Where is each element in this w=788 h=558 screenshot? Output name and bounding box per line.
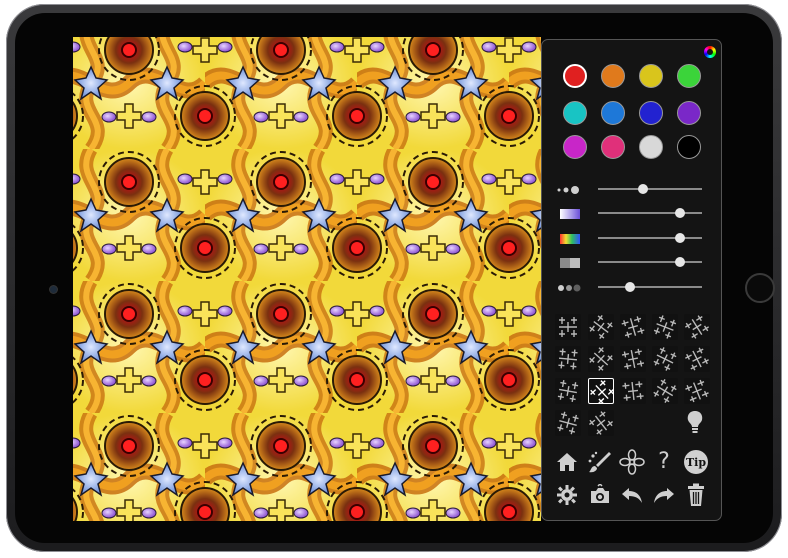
color-swatch-cyan[interactable]	[563, 101, 587, 125]
pattern-thumbnail[interactable]	[588, 410, 614, 436]
settings-icon[interactable]	[554, 482, 580, 508]
color-swatch-magenta[interactable]	[563, 135, 587, 159]
brush-size-icon	[556, 182, 582, 196]
kaleidoscope-canvas[interactable]	[73, 37, 541, 521]
pattern-thumbnail[interactable]	[684, 314, 710, 340]
pattern-thumbnail[interactable]	[555, 314, 581, 340]
home-button[interactable]	[745, 273, 775, 303]
pattern-thumbnail[interactable]	[588, 346, 614, 372]
opacity-slider[interactable]	[556, 255, 706, 269]
color-swatch-purple[interactable]	[677, 101, 701, 125]
color-wheel-icon[interactable]	[704, 46, 716, 58]
slider-track[interactable]	[598, 257, 702, 267]
slider-knob[interactable]	[675, 233, 686, 243]
undo-icon[interactable]	[619, 482, 645, 508]
color-swatch-navy[interactable]	[639, 101, 663, 125]
pattern-thumbnail[interactable]	[620, 314, 646, 340]
help-icon[interactable]: ?	[651, 449, 677, 475]
color-gradient-slider[interactable]	[556, 206, 706, 220]
pattern-thumbnail[interactable]	[652, 314, 678, 340]
color-swatch-pink[interactable]	[601, 135, 625, 159]
slider-knob[interactable]	[625, 282, 636, 292]
slider-knob[interactable]	[675, 208, 686, 218]
redo-icon[interactable]	[651, 482, 677, 508]
gradient-icon	[556, 206, 582, 220]
slider-track[interactable]	[598, 282, 702, 292]
brush-size-slider[interactable]	[556, 182, 706, 196]
color-swatch-green[interactable]	[677, 64, 701, 88]
camera-icon[interactable]	[587, 482, 613, 508]
bulb-icon[interactable]	[682, 409, 708, 435]
color-swatch-black[interactable]	[677, 135, 701, 159]
opacity-icon	[556, 255, 582, 269]
color-swatch-light-gray[interactable]	[639, 135, 663, 159]
trash-icon[interactable]	[683, 482, 709, 508]
brush-icon[interactable]	[587, 449, 613, 475]
blur-icon	[556, 280, 582, 294]
color-swatch-yellow[interactable]	[639, 64, 663, 88]
rainbow-slider[interactable]	[556, 231, 706, 245]
color-swatch-orange[interactable]	[601, 64, 625, 88]
slider-knob[interactable]	[675, 257, 686, 267]
color-swatch-blue[interactable]	[601, 101, 625, 125]
flower-icon[interactable]	[619, 449, 645, 475]
slider-track[interactable]	[598, 208, 702, 218]
blur-slider[interactable]	[556, 280, 706, 294]
pattern-thumbnail[interactable]	[588, 314, 614, 340]
pattern-thumbnail[interactable]	[555, 378, 581, 404]
tip-icon[interactable]: Tip	[683, 449, 709, 475]
tip-label: Tip	[684, 450, 708, 474]
pattern-thumbnail[interactable]	[684, 346, 710, 372]
front-camera	[50, 286, 57, 293]
slider-track[interactable]	[598, 233, 702, 243]
pattern-thumbnail[interactable]	[652, 378, 678, 404]
slider-knob[interactable]	[637, 184, 648, 194]
pattern-thumbnail[interactable]	[652, 346, 678, 372]
pattern-thumbnail[interactable]	[555, 410, 581, 436]
pattern-thumbnail[interactable]	[555, 346, 581, 372]
kaleidoscope-pattern	[73, 37, 541, 521]
rainbow-icon	[556, 231, 582, 245]
pattern-thumbnail[interactable]	[620, 346, 646, 372]
pattern-thumbnail[interactable]	[684, 378, 710, 404]
color-swatch-red[interactable]	[563, 64, 587, 88]
pattern-thumbnail[interactable]	[588, 378, 614, 404]
slider-track[interactable]	[598, 184, 702, 194]
pattern-thumbnail[interactable]	[620, 378, 646, 404]
pattern-fill	[73, 37, 541, 521]
home-icon[interactable]	[554, 449, 580, 475]
